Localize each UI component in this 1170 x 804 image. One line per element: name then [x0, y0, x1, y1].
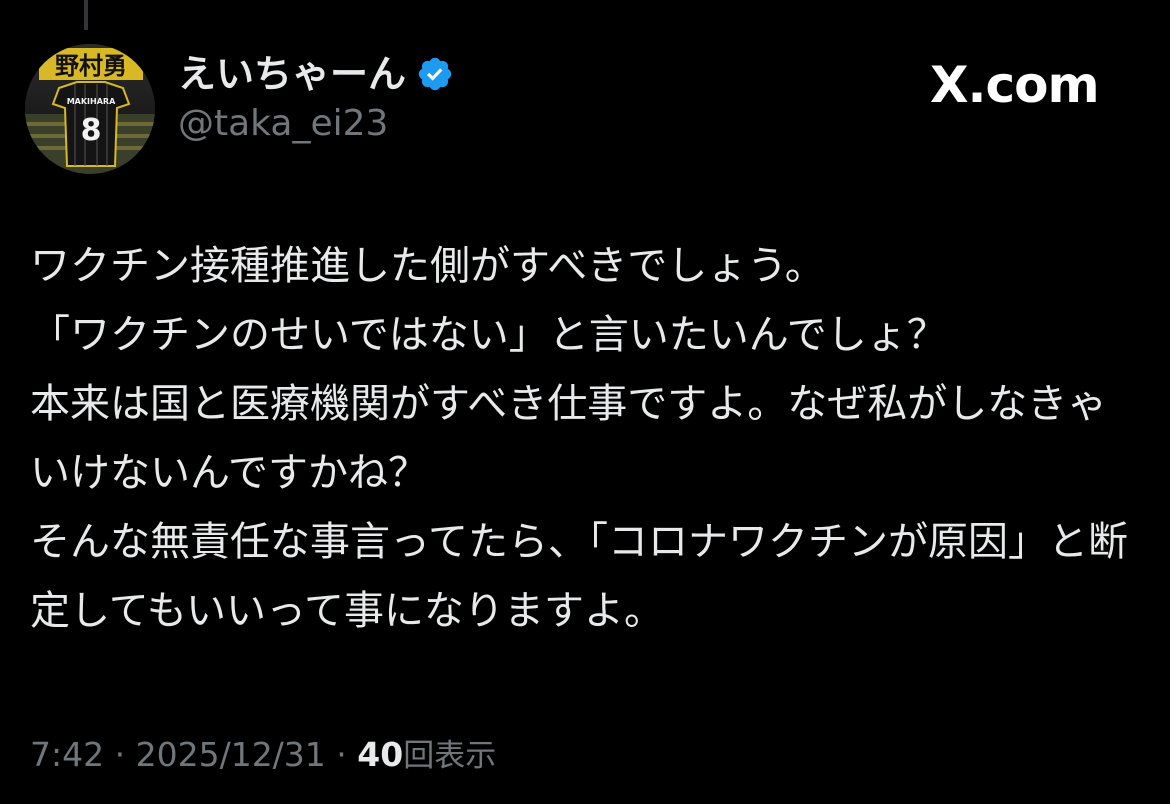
site-brand: X.com: [930, 56, 1100, 114]
meta-separator: ·: [104, 735, 136, 774]
author-name-row: えいちゃーん: [178, 48, 454, 100]
avatar-banner-text: 野村勇: [55, 52, 127, 80]
thread-connector-line: [84, 0, 88, 30]
avatar-image: 野村勇 MAKIHARA 8: [25, 44, 155, 174]
avatar[interactable]: 野村勇 MAKIHARA 8: [25, 44, 155, 174]
author-handle[interactable]: @taka_ei23: [178, 104, 388, 144]
meta-separator: ·: [325, 735, 358, 774]
tweet-date[interactable]: 2025/12/31: [136, 735, 326, 774]
avatar-jersey-number: 8: [81, 113, 102, 148]
views-label: 回表示: [403, 738, 497, 774]
author-display-name[interactable]: えいちゃーん: [178, 55, 406, 93]
tweet-meta: 7:42 · 2025/12/31 · 40回表示: [30, 738, 496, 772]
avatar-jersey-name: MAKIHARA: [67, 97, 116, 106]
tweet-text: ワクチン接種推進した側がすべきでしょう。 「ワクチンのせいではない」と言いたいん…: [30, 243, 1128, 634]
verified-badge-icon[interactable]: [416, 55, 454, 93]
tweet-time[interactable]: 7:42: [30, 735, 104, 774]
views-count[interactable]: 40: [357, 735, 403, 774]
